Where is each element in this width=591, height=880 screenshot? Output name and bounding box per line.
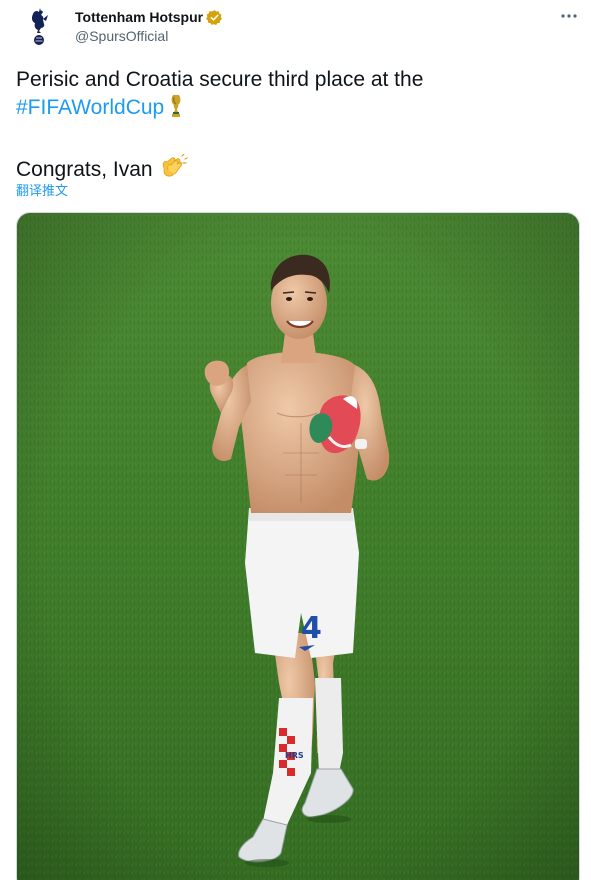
clapping-hands-emoji-icon bbox=[158, 153, 188, 188]
svg-text:HRS: HRS bbox=[285, 751, 304, 760]
tweet-text-congrats: Congrats, Ivan bbox=[16, 158, 153, 181]
photo-illustration: HRS 4 bbox=[17, 213, 579, 880]
display-name[interactable]: Tottenham Hotspur bbox=[75, 9, 203, 25]
avatar[interactable] bbox=[17, 4, 61, 48]
verified-badge-icon bbox=[206, 9, 223, 25]
cockerel-crest-icon bbox=[31, 8, 48, 45]
tweet-photo[interactable]: HRS 4 bbox=[16, 212, 580, 880]
more-options-icon bbox=[561, 14, 577, 18]
tweet-text: Perisic and Croatia secure third place a… bbox=[16, 66, 576, 188]
text-spacer bbox=[16, 126, 576, 154]
svg-text:4: 4 bbox=[301, 611, 322, 646]
tweet-header: Tottenham Hotspur @SpursOfficial bbox=[0, 0, 591, 56]
handle[interactable]: @SpursOfficial bbox=[75, 28, 168, 44]
name-row: Tottenham Hotspur bbox=[75, 8, 223, 26]
translate-tweet-link[interactable]: 翻译推文 bbox=[16, 180, 68, 199]
tweet-text-line-2: #FIFAWorldCup bbox=[16, 94, 576, 126]
hashtag-link[interactable]: #FIFAWorldCup bbox=[16, 96, 164, 119]
trophy-emoji-icon bbox=[169, 94, 183, 126]
more-options-button[interactable] bbox=[557, 6, 581, 26]
player-shorts: 4 bbox=[245, 508, 359, 658]
tweet-text-line-1: Perisic and Croatia secure third place a… bbox=[16, 68, 424, 91]
tweet-card: Tottenham Hotspur @SpursOfficial Perisic… bbox=[0, 0, 591, 880]
tweet-text-line-3: Congrats, Ivan bbox=[16, 153, 576, 188]
